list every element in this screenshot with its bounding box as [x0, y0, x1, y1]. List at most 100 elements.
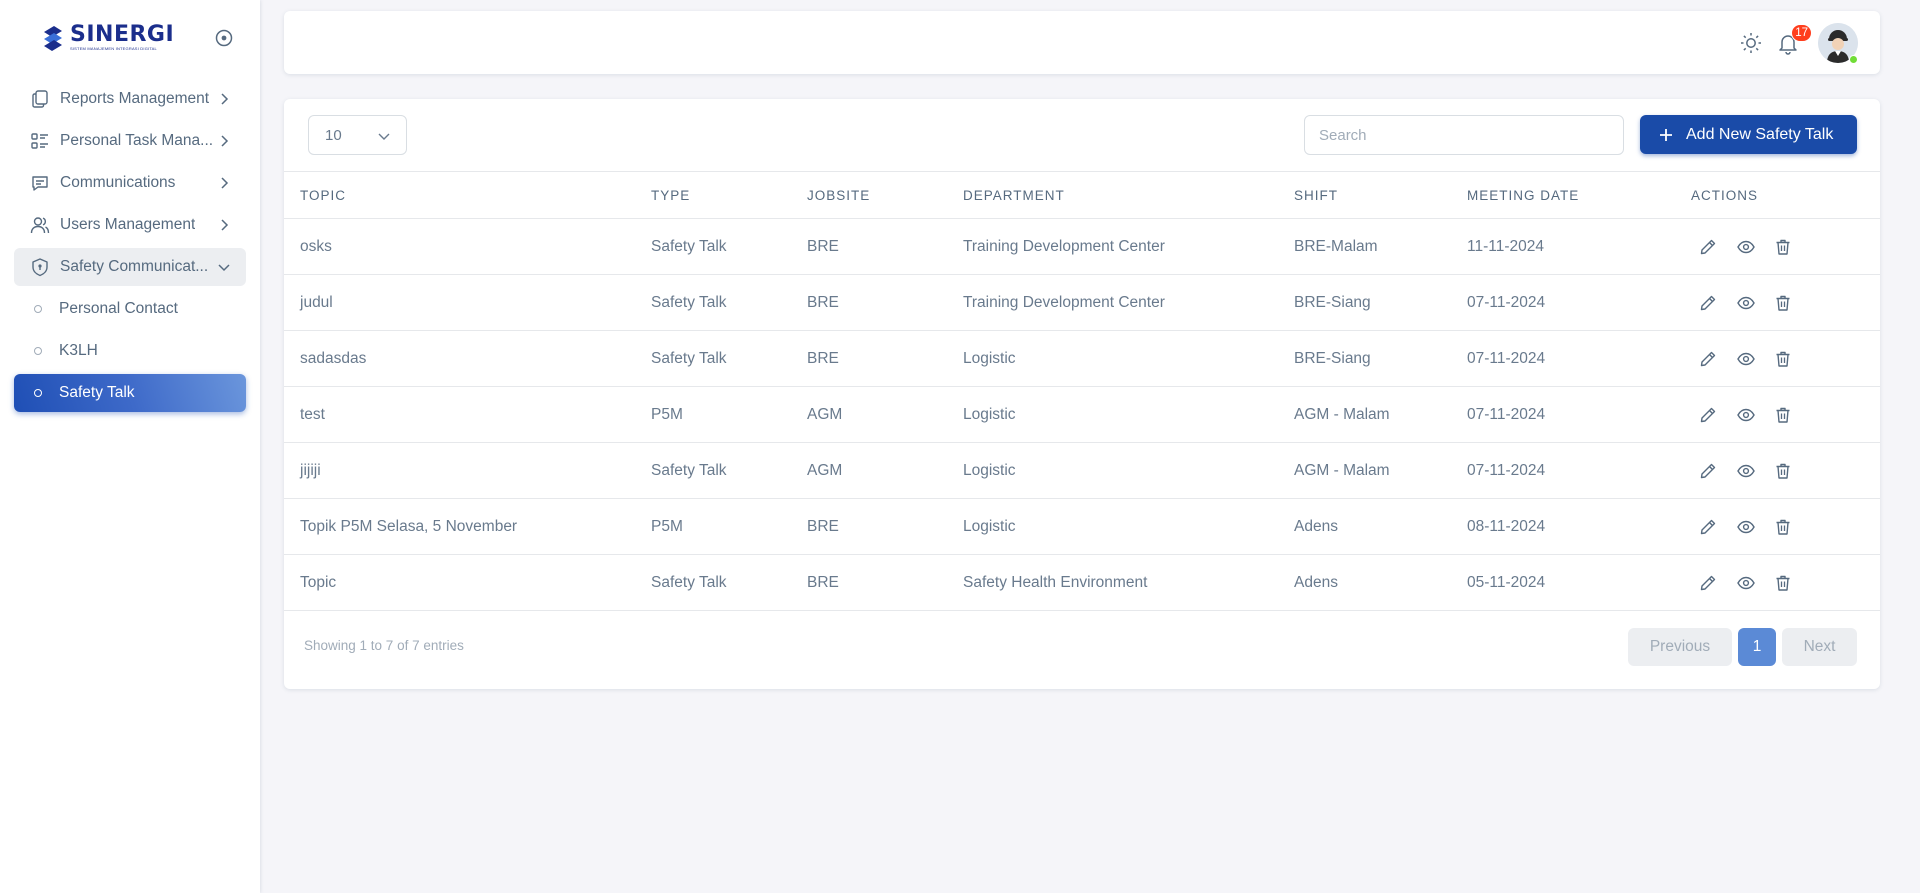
table-row: sadasdas Safety Talk BRE Logistic BRE-Siang 0… — [284, 331, 1880, 387]
column-header-actions: ACTIONS — [1691, 188, 1759, 203]
bullet-icon — [34, 305, 42, 313]
sidebar-item-communications[interactable]: Communications — [14, 164, 246, 202]
column-header-jobsite[interactable]: JOBSITE — [807, 172, 870, 220]
brand-tagline: SISTEM MANAJEMEN INTEGRASI DIGITAL — [70, 46, 157, 51]
pagination-next[interactable]: Next — [1782, 628, 1857, 666]
view-icon[interactable] — [1736, 573, 1756, 593]
sidebar-item-users-management[interactable]: Users Management — [14, 206, 246, 244]
chevron-right-icon — [221, 219, 229, 231]
table-body: osks Safety Talk BRE Training Development C… — [284, 219, 1880, 611]
edit-icon[interactable] — [1698, 405, 1718, 425]
edit-icon[interactable] — [1698, 517, 1718, 537]
sidebar-item-label: Personal Task Mana... — [60, 132, 214, 149]
brand-name: SINERGI — [70, 22, 175, 47]
cell-department: Logistic — [963, 462, 1016, 479]
column-header-topic[interactable]: TOPIC — [300, 172, 346, 220]
cell-jobsite: BRE — [807, 294, 839, 311]
edit-icon[interactable] — [1698, 461, 1718, 481]
view-icon[interactable] — [1736, 461, 1756, 481]
cell-jobsite: BRE — [807, 518, 839, 535]
delete-icon[interactable] — [1773, 573, 1793, 593]
sidebar-subitem-label: K3LH — [59, 342, 98, 359]
cell-shift: AGM - Malam — [1294, 406, 1390, 423]
edit-icon[interactable] — [1698, 293, 1718, 313]
page-length-select[interactable]: 10 — [308, 115, 407, 155]
table-row: judul Safety Talk BRE Training Development … — [284, 275, 1880, 331]
view-icon[interactable] — [1736, 349, 1756, 369]
cell-topic: jijiji — [300, 462, 321, 479]
cell-meeting-date: 07-11-2024 — [1467, 350, 1546, 367]
view-icon[interactable] — [1736, 517, 1756, 537]
chevron-down-icon — [378, 133, 390, 140]
sidebar: SINERGI SISTEM MANAJEMEN INTEGRASI DIGIT… — [0, 0, 260, 893]
sidebar-menu: Reports Management Personal Task Mana...… — [14, 80, 246, 416]
chevron-right-icon — [221, 177, 229, 189]
cell-meeting-date: 11-11-2024 — [1467, 238, 1544, 255]
cell-jobsite: AGM — [807, 406, 843, 423]
cell-type: Safety Talk — [651, 350, 727, 367]
pagination-page-1[interactable]: 1 — [1738, 628, 1776, 666]
page-length-value: 10 — [325, 126, 342, 144]
cell-department: Logistic — [963, 518, 1016, 535]
pagination-previous[interactable]: Previous — [1628, 628, 1732, 666]
cell-jobsite: BRE — [807, 574, 839, 591]
delete-icon[interactable] — [1773, 405, 1793, 425]
search-input[interactable] — [1304, 115, 1624, 155]
sidebar-subitem-safety-talk[interactable]: Safety Talk — [14, 374, 246, 412]
table-row: test P5M AGM Logistic AGM - Malam 07-11-2024 — [284, 387, 1880, 443]
cell-type: P5M — [651, 406, 683, 423]
files-icon — [32, 90, 48, 108]
delete-icon[interactable] — [1773, 349, 1793, 369]
edit-icon[interactable] — [1698, 349, 1718, 369]
chevron-right-icon — [221, 93, 229, 105]
table-header: TOPIC TYPE JOBSITE DEPARTMENT SHIFT MEET… — [284, 171, 1880, 219]
column-header-shift[interactable]: SHIFT — [1294, 172, 1338, 220]
sidebar-subitem-personal-contact[interactable]: Personal Contact — [14, 290, 246, 328]
sidebar-subitem-label: Personal Contact — [59, 300, 178, 317]
chevron-down-icon — [218, 264, 230, 272]
collapse-sidebar-icon[interactable] — [214, 28, 234, 48]
delete-icon[interactable] — [1773, 461, 1793, 481]
column-header-type[interactable]: TYPE — [651, 172, 690, 220]
sidebar-item-safety-communication[interactable]: Safety Communicat... — [14, 248, 246, 286]
view-icon[interactable] — [1736, 405, 1756, 425]
sidebar-item-label: Reports Management — [60, 90, 210, 107]
add-button-label: Add New Safety Talk — [1686, 125, 1834, 143]
users-icon — [30, 217, 50, 234]
column-header-meeting-date[interactable]: MEETING DATE — [1467, 172, 1579, 220]
chevron-right-icon — [221, 135, 229, 147]
sun-icon[interactable] — [1739, 31, 1763, 55]
cell-shift: Adens — [1294, 574, 1338, 591]
cell-department: Safety Health Environment — [963, 574, 1148, 591]
cell-topic: judul — [300, 294, 333, 311]
cell-topic: test — [300, 406, 325, 423]
table-row: osks Safety Talk BRE Training Development C… — [284, 219, 1880, 275]
delete-icon[interactable] — [1773, 293, 1793, 313]
cell-topic: sadasdas — [300, 350, 367, 367]
cell-shift: Adens — [1294, 518, 1338, 535]
add-safety-talk-button[interactable]: Add New Safety Talk — [1640, 115, 1857, 154]
cell-department: Training Development Center — [963, 238, 1165, 255]
sidebar-subitem-k3lh[interactable]: K3LH — [14, 332, 246, 370]
delete-icon[interactable] — [1773, 517, 1793, 537]
sidebar-item-reports-management[interactable]: Reports Management — [14, 80, 246, 118]
cell-type: Safety Talk — [651, 574, 727, 591]
edit-icon[interactable] — [1698, 573, 1718, 593]
cell-meeting-date: 07-11-2024 — [1467, 294, 1546, 311]
view-icon[interactable] — [1736, 293, 1756, 313]
delete-icon[interactable] — [1773, 237, 1793, 257]
sidebar-subitem-label: Safety Talk — [59, 384, 135, 401]
sidebar-item-label: Users Management — [60, 216, 196, 233]
column-header-department[interactable]: DEPARTMENT — [963, 172, 1065, 220]
message-icon — [32, 176, 48, 191]
edit-icon[interactable] — [1698, 237, 1718, 257]
brand-logo[interactable]: SINERGI SISTEM MANAJEMEN INTEGRASI DIGIT… — [40, 22, 180, 54]
safety-talk-table: TOPIC TYPE JOBSITE DEPARTMENT SHIFT MEET… — [284, 171, 1880, 611]
sidebar-item-personal-task-management[interactable]: Personal Task Mana... — [14, 122, 246, 160]
cell-type: Safety Talk — [651, 294, 727, 311]
shield-icon — [32, 258, 48, 277]
cell-jobsite: AGM — [807, 462, 843, 479]
cell-type: P5M — [651, 518, 683, 535]
cell-department: Logistic — [963, 350, 1016, 367]
view-icon[interactable] — [1736, 237, 1756, 257]
